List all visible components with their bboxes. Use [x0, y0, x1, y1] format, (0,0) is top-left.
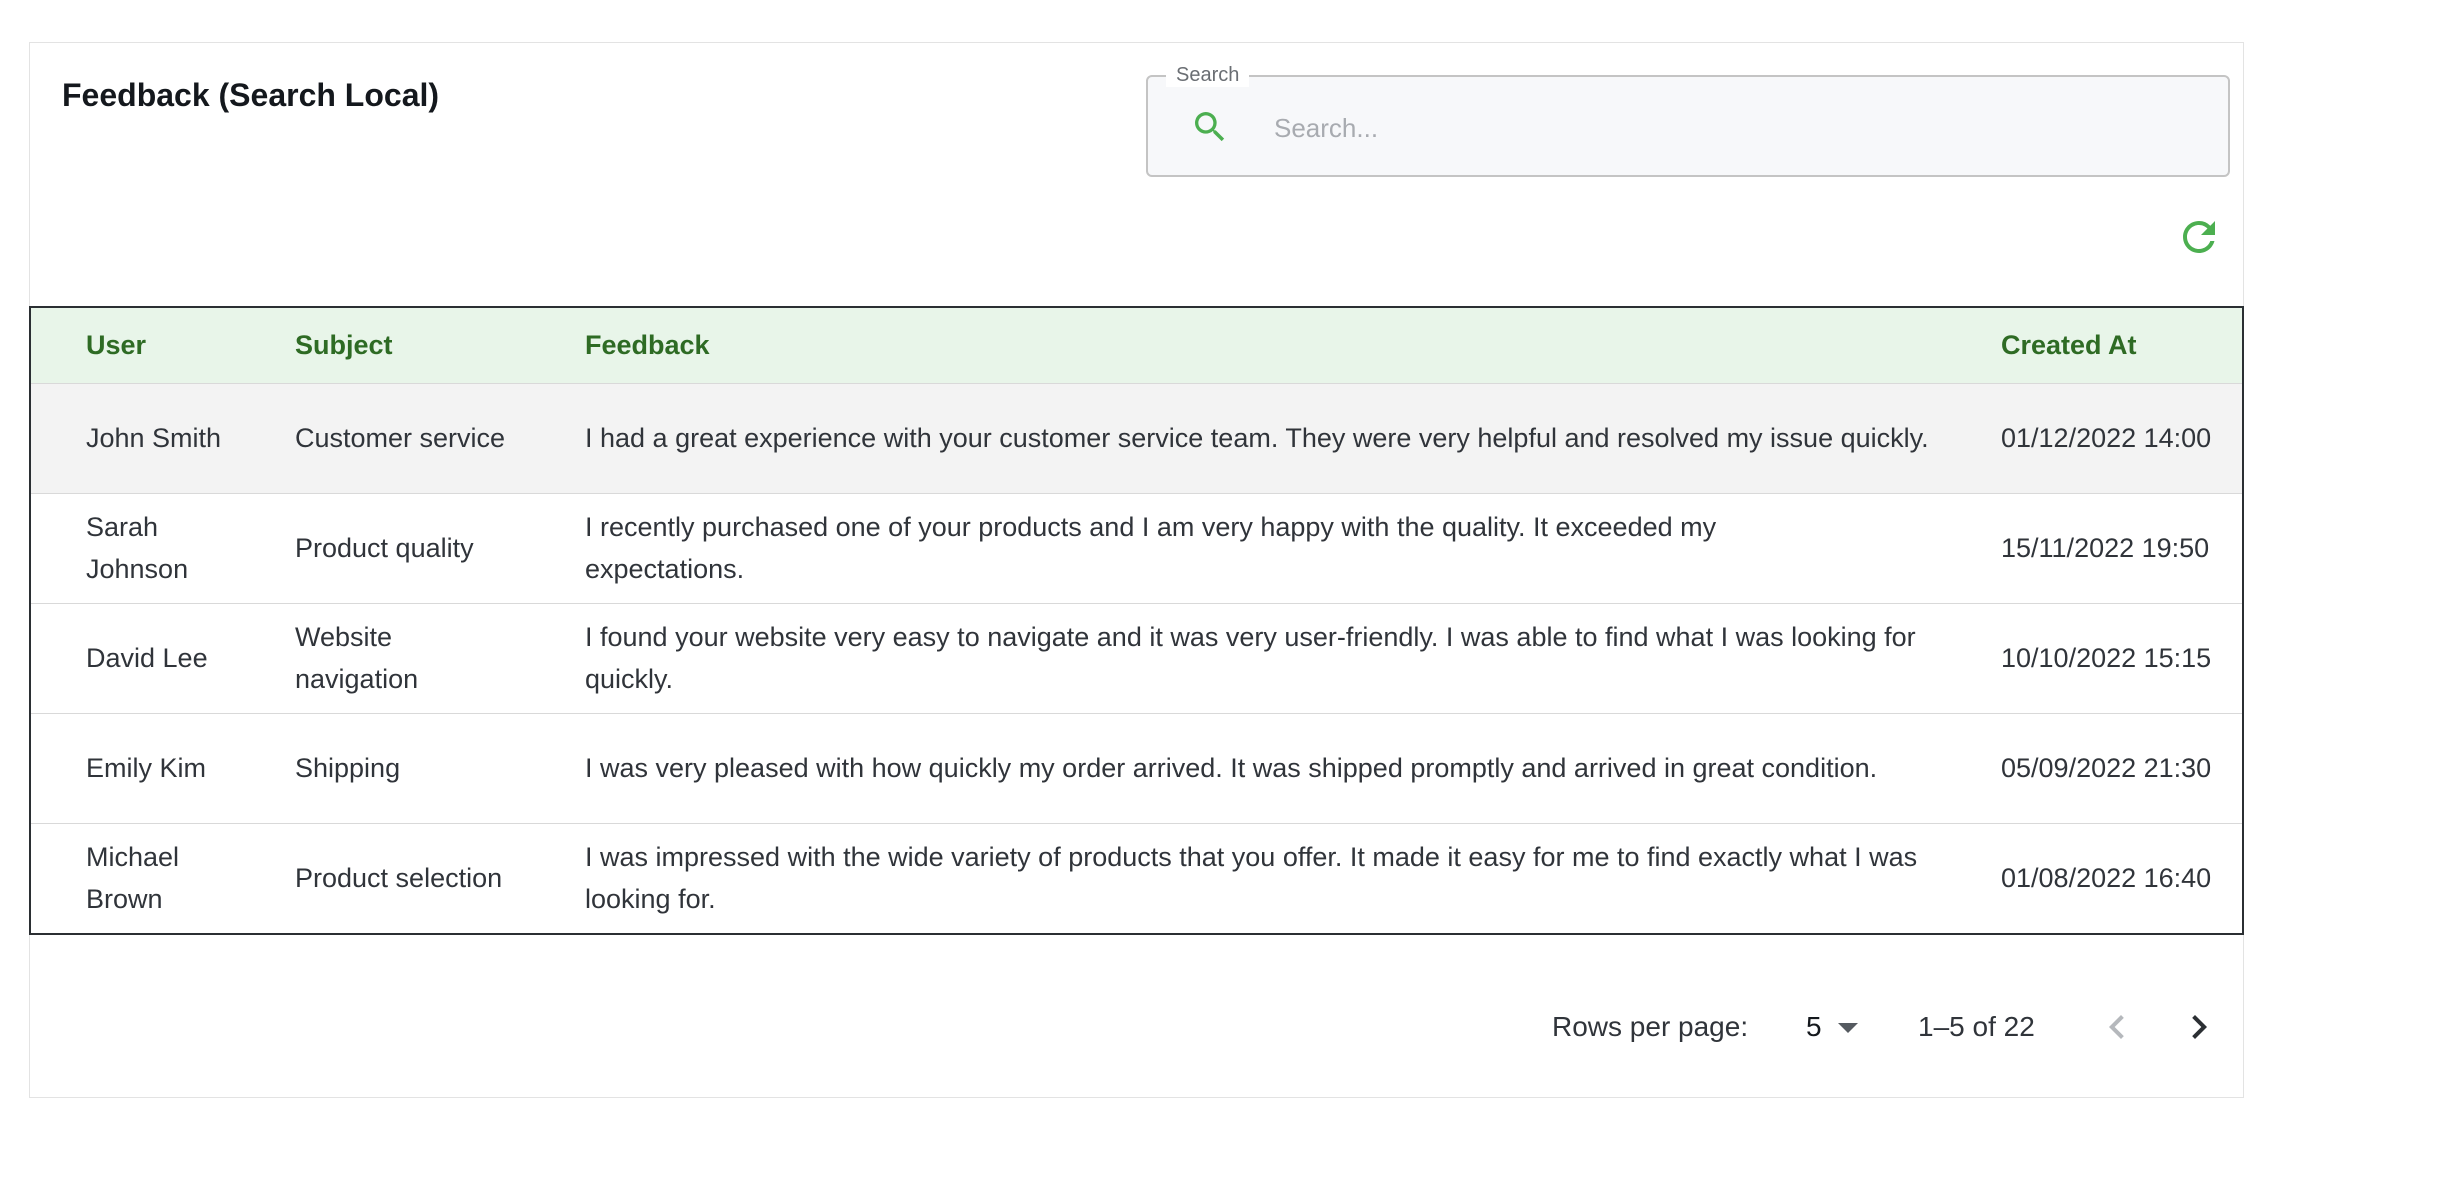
cell-created-at: 15/11/2022 19:50 — [2001, 533, 2210, 563]
table-row[interactable]: Sarah Johnson Product quality I recently… — [31, 493, 2242, 603]
table-row[interactable]: Emily Kim Shipping I was very pleased wi… — [31, 713, 2242, 823]
column-header-user[interactable]: User — [31, 308, 295, 383]
previous-page-button[interactable] — [2093, 1003, 2141, 1051]
search-icon — [1190, 107, 1230, 147]
table-pagination: Rows per page: 5 1–5 of 22 — [30, 997, 2243, 1057]
chevron-right-icon — [2192, 1015, 2207, 1039]
table-header-row: User Subject Feedback Created At — [31, 308, 2242, 383]
refresh-icon — [2183, 221, 2215, 253]
cell-created-at: 05/09/2022 21:30 — [2001, 753, 2212, 783]
cell-feedback: I recently purchased one of your product… — [585, 512, 1717, 584]
refresh-button[interactable] — [2175, 213, 2223, 261]
cell-subject: Shipping — [295, 753, 401, 783]
page-title: Feedback (Search Local) — [62, 77, 440, 113]
table-row[interactable]: David Lee Website navigation I found you… — [31, 603, 2242, 713]
cell-created-at: 01/12/2022 14:00 — [2001, 423, 2212, 453]
cell-user: John Smith — [86, 423, 222, 453]
rows-per-page-select[interactable]: 5 — [1790, 1003, 1860, 1051]
cell-subject: Product selection — [295, 863, 503, 894]
rows-per-page-value: 5 — [1806, 1011, 1822, 1042]
cell-feedback: I had a great experience with your custo… — [585, 423, 1929, 453]
rows-per-page-label: Rows per page: — [1552, 1011, 1749, 1042]
cell-subject: Website navigation — [295, 622, 419, 694]
cell-subject: Customer service — [295, 423, 506, 453]
cell-feedback: I found your website very easy to naviga… — [585, 622, 1916, 694]
cell-feedback: I was very pleased with how quickly my o… — [585, 753, 1878, 783]
search-label: Search — [1166, 63, 1250, 87]
table-row[interactable]: Michael Brown Product selection I was im… — [31, 823, 2242, 933]
table-row[interactable]: John Smith Customer service I had a grea… — [31, 383, 2242, 493]
chevron-left-icon — [2109, 1015, 2124, 1039]
column-header-feedback[interactable]: Feedback — [585, 308, 2001, 383]
cell-user: Michael Brown — [86, 842, 180, 915]
feedback-card: Feedback (Search Local) Search User — [29, 42, 2244, 1098]
cell-user: David Lee — [86, 643, 208, 673]
pagination-range: 1–5 of 22 — [1918, 1011, 2035, 1042]
cell-created-at: 01/08/2022 16:40 — [2001, 863, 2212, 894]
caret-down-icon — [1838, 1023, 1858, 1033]
cell-created-at: 10/10/2022 15:15 — [2001, 643, 2212, 673]
cell-user: Emily Kim — [86, 753, 206, 783]
cell-subject: Product quality — [295, 533, 474, 563]
cell-user: Sarah Johnson — [86, 512, 189, 584]
column-header-subject[interactable]: Subject — [295, 308, 585, 383]
feedback-table: User Subject Feedback Created At John Sm… — [29, 306, 2244, 935]
next-page-button[interactable] — [2175, 1003, 2223, 1051]
search-input[interactable] — [1272, 97, 2196, 159]
cell-feedback: I was impressed with the wide variety of… — [585, 842, 1918, 915]
column-header-created-at[interactable]: Created At — [2001, 308, 2242, 383]
search-field[interactable]: Search — [1146, 63, 2230, 177]
